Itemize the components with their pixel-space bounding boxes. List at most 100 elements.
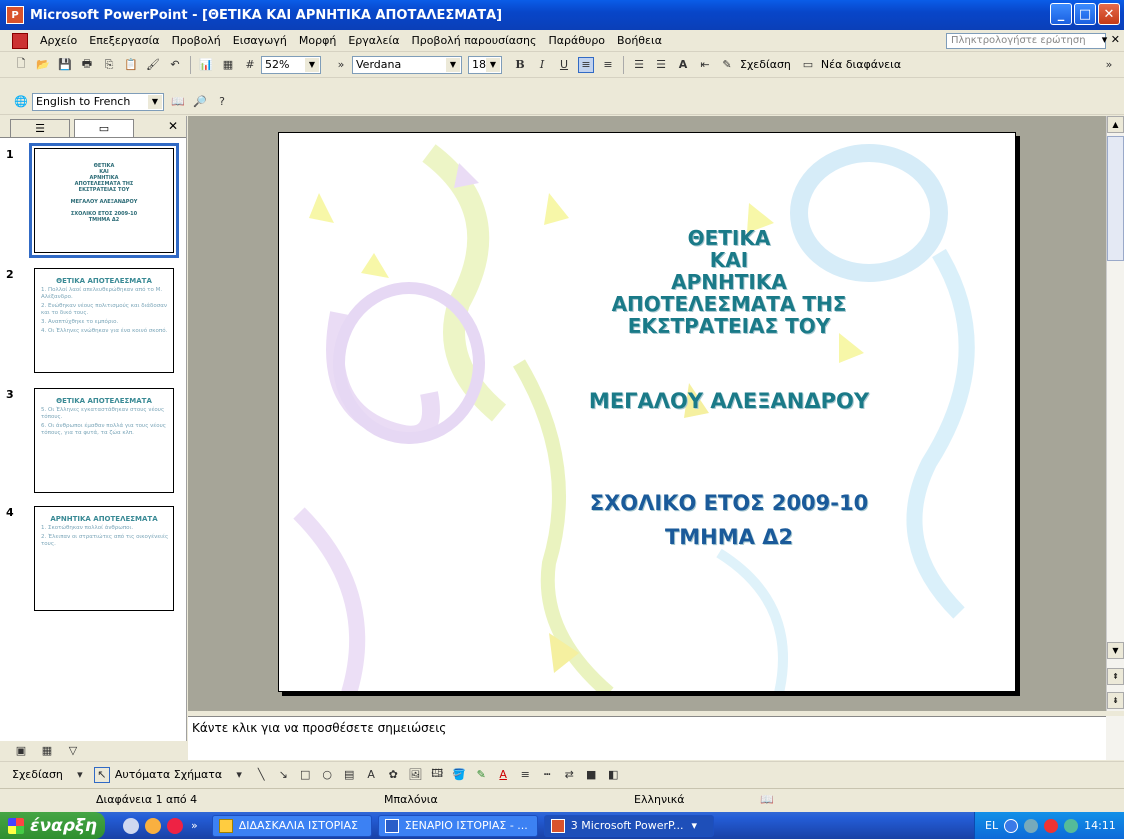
volume-icon[interactable] [1064,818,1079,833]
toolbar-options-icon[interactable]: » [1101,57,1117,73]
fill-color-icon[interactable]: 🪣 [451,767,467,783]
grid-icon[interactable]: # [242,57,258,73]
back-icon[interactable] [1004,818,1019,833]
task-folder[interactable]: ΔΙΔΑΣΚΑΛΙΑ ΙΣΤΟΡΙΑΣ [211,814,372,837]
globe-icon[interactable]: 🌐 [13,94,29,110]
media-player-icon[interactable] [123,817,139,834]
arrow-style-icon[interactable]: ⇄ [561,767,577,783]
scroll-thumb[interactable] [1107,136,1124,261]
new-icon[interactable]: 🗋 [13,57,29,73]
picture-icon[interactable]: 🖽 [429,767,445,783]
shadow-icon[interactable]: ■ [583,767,599,783]
menu-format[interactable]: Μορφή [293,34,342,47]
menu-insert[interactable]: Εισαγωγή [227,34,293,47]
slide-class[interactable]: ΤΜΗΜΑ Δ2 [529,525,929,549]
increase-font-icon[interactable]: A [675,57,691,73]
italic-icon[interactable]: I [534,57,550,73]
chart-icon[interactable]: 📊 [198,57,214,73]
slide-thumbnail[interactable]: ΘΕΤΙΚΑ ΑΠΟΤΕΛΕΣΜΑΤΑ 5. Οι Έλληνες εγκατα… [34,388,174,493]
open-icon[interactable]: 📂 [35,57,51,73]
select-pointer-icon[interactable]: ↖ [93,766,110,783]
diagram-icon[interactable]: ✿ [385,767,401,783]
slide-subtitle[interactable]: ΜΕΓΑΛΟΥ ΑΛΕΞΑΝΔΡΟΥ [529,389,929,413]
document-icon[interactable] [12,32,28,49]
more-icon[interactable]: » [333,57,349,73]
line-color-icon[interactable]: ✎ [473,767,489,783]
oval-icon[interactable]: ○ [319,767,335,783]
design-button[interactable]: Σχεδίαση [740,58,791,71]
help-icon[interactable]: ? [214,94,230,110]
task-powerpoint[interactable]: 3 Microsoft PowerP... ▾ [543,814,714,837]
notes-pane[interactable]: Κάντε κλικ για να προσθέσετε σημειώσεις [188,716,1106,760]
format-painter-icon[interactable]: 🖌 [145,57,161,73]
rectangle-icon[interactable]: □ [297,767,313,783]
3d-icon[interactable]: ◧ [605,767,621,783]
line-style-icon[interactable]: ≡ [517,767,533,783]
slide-thumbnail[interactable]: ΘΕΤΙΚΑ ΚΑΙ ΑΡΝΗΤΙΚΑ ΑΠΟΤΕΛΕΣΜΑΤΑ ΤΗΣ ΕΚΣ… [29,143,179,258]
save-icon[interactable]: 💾 [57,57,73,73]
close-doc-icon[interactable]: ▾ ✕ [1102,33,1120,46]
print-icon[interactable]: 🖶 [79,57,95,73]
align-center-icon[interactable]: ≡ [600,57,616,73]
autoshapes-button[interactable]: Αυτόματα Σχήματα [115,768,222,781]
scroll-down-icon[interactable]: ▼ [1107,642,1124,659]
menu-file[interactable]: Αρχείο [34,34,83,47]
bold-icon[interactable]: B [512,57,528,73]
menu-edit[interactable]: Επεξεργασία [83,34,165,47]
underline-icon[interactable]: U [556,57,572,73]
slide-thumbnail[interactable]: ΑΡΝΗΤΙΚΑ ΑΠΟΤΕΛΕΣΜΑΤΑ 1. Σκοτώθηκαν πολλ… [34,506,174,611]
wordart-icon[interactable]: A [363,767,379,783]
bullets-icon[interactable]: ☰ [653,57,669,73]
undo-icon[interactable]: ↶ [167,57,183,73]
chevron-down-icon[interactable]: ▾ [72,767,88,783]
menu-window[interactable]: Παράθυρο [542,34,611,47]
maximize-button[interactable]: □ [1074,3,1096,25]
zoom-combo[interactable]: 52% ▼ [261,55,321,74]
paste-icon[interactable]: 📋 [123,57,139,73]
textbox-icon[interactable]: ▤ [341,767,357,783]
task-word[interactable]: ΣΕΝΑΡΙΟ ΙΣΤΟΡΙΑΣ - ... [377,814,538,837]
align-left-icon[interactable]: ≡ [578,56,594,73]
language-indicator[interactable]: EL [985,819,998,832]
network-icon[interactable] [1024,818,1039,833]
slideshow-view-icon[interactable]: ▽ [65,743,81,759]
font-combo[interactable]: Verdana ▼ [352,55,462,74]
close-button[interactable]: ✕ [1098,3,1120,25]
new-slide-icon[interactable]: ▭ [800,57,816,73]
opera-icon[interactable] [167,817,183,834]
help-question-input[interactable]: Πληκτρολογήστε ερώτηση [946,33,1106,49]
chevron-down-icon[interactable]: ▾ [231,767,247,783]
start-button[interactable]: έναρξη [0,812,105,839]
clipart-icon[interactable]: 🖼 [407,767,423,783]
new-slide-button[interactable]: Νέα διαφάνεια [821,58,901,71]
tab-slides[interactable]: ▭ [74,119,134,137]
next-slide-icon[interactable]: ⇟ [1107,692,1124,709]
font-size-combo[interactable]: 18 ▼ [468,55,502,74]
slide-year[interactable]: ΣΧΟΛΙΚΟ ΕΤΟΣ 2009-10 [529,491,929,515]
sorter-view-icon[interactable]: ▦ [39,743,55,759]
table-icon[interactable]: ▦ [220,57,236,73]
vertical-scrollbar[interactable]: ▲ ▼ ⇞ ⇟ [1106,116,1124,711]
draw-menu-button[interactable]: Σχεδίαση [12,768,63,781]
arrow-icon[interactable]: ↘ [275,767,291,783]
menu-help[interactable]: Βοήθεια [611,34,668,47]
notes-scrollbar[interactable] [1106,716,1124,760]
normal-view-icon[interactable]: ▣ [13,743,29,759]
minimize-button[interactable]: _ [1050,3,1072,25]
research-icon[interactable]: 🔎 [192,94,208,110]
translate-combo[interactable]: English to French ▼ [32,92,164,111]
font-color-icon[interactable]: A [495,767,511,783]
slide-thumbnail[interactable]: ΘΕΤΙΚΑ ΑΠΟΤΕΛΕΣΜΑΤΑ 1. Πολλοί λαοί απελε… [34,268,174,373]
spelling-icon[interactable]: 📖 [760,793,774,806]
prev-slide-icon[interactable]: ⇞ [1107,668,1124,685]
line-icon[interactable]: ╲ [253,767,269,783]
copy-icon[interactable]: ⎘ [101,57,117,73]
more-icon[interactable]: » [191,819,198,832]
firefox-icon[interactable] [145,817,161,834]
numbering-icon[interactable]: ☰ [631,57,647,73]
tab-outline[interactable]: ☰ [10,119,70,137]
design-icon[interactable]: ✎ [719,57,735,73]
menu-slideshow[interactable]: Προβολή παρουσίασης [405,34,542,47]
dash-style-icon[interactable]: ┅ [539,767,555,783]
indent-icon[interactable]: ⇤ [697,57,713,73]
